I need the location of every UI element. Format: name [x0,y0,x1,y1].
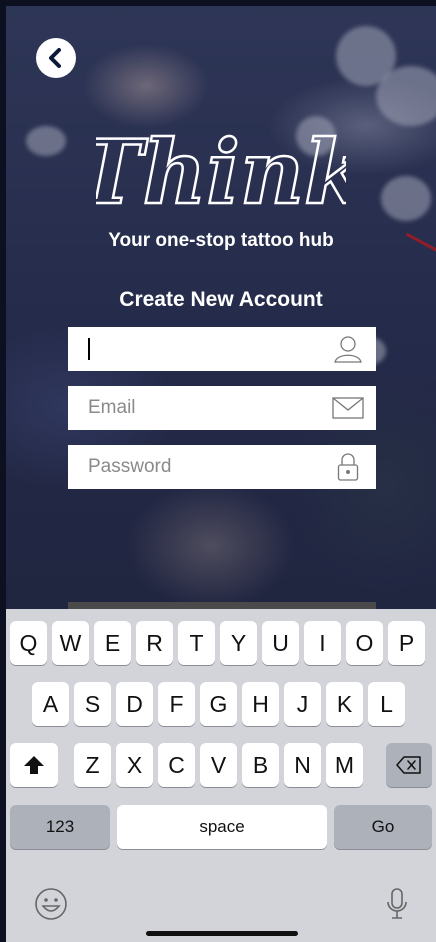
key-h[interactable]: H [242,682,279,726]
email-field[interactable]: Email [68,386,376,430]
key-o[interactable]: O [346,621,383,665]
back-button[interactable] [36,38,76,78]
key-j[interactable]: J [284,682,321,726]
password-field[interactable]: Password [68,445,376,489]
key-m[interactable]: M [326,743,363,787]
backspace-key[interactable] [386,743,432,787]
key-r[interactable]: R [136,621,173,665]
key-l[interactable]: L [368,682,405,726]
lock-icon [332,451,364,483]
key-g[interactable]: G [200,682,237,726]
email-placeholder: Email [88,397,136,418]
back-chevron-icon [49,48,61,68]
key-n[interactable]: N [284,743,321,787]
key-p[interactable]: P [388,621,425,665]
key-d[interactable]: D [116,682,153,726]
microphone-icon [387,888,407,919]
name-field[interactable] [68,327,376,371]
user-icon [332,333,364,365]
tagline: Your one-stop tattoo hub [108,230,334,251]
key-e[interactable]: E [94,621,131,665]
backspace-icon [396,756,421,774]
key-b[interactable]: B [242,743,279,787]
key-z[interactable]: Z [74,743,111,787]
space-key[interactable]: space [117,805,327,849]
key-c[interactable]: C [158,743,195,787]
key-f[interactable]: F [158,682,195,726]
key-t[interactable]: T [178,621,215,665]
key-i[interactable]: I [304,621,341,665]
logo-text: Think [96,120,346,221]
key-v[interactable]: V [200,743,237,787]
keyboard: Q W E R T Y U I O P A S D F G H J K L Z … [6,609,436,942]
key-s[interactable]: S [74,682,111,726]
mail-icon [332,392,364,424]
password-placeholder: Password [88,456,172,477]
key-y[interactable]: Y [220,621,257,665]
form-title: Create New Account [119,288,323,311]
key-x[interactable]: X [116,743,153,787]
numbers-key[interactable]: 123 [10,805,110,849]
key-a[interactable]: A [32,682,69,726]
key-k[interactable]: K [326,682,363,726]
screen: Think Your one-stop tattoo hub Create Ne… [6,6,436,942]
text-cursor [88,338,90,360]
app-logo: Think [6,111,436,221]
key-u[interactable]: U [262,621,299,665]
dictation-button[interactable] [386,887,408,926]
go-key[interactable]: Go [334,805,432,849]
key-w[interactable]: W [52,621,89,665]
emoji-button[interactable] [34,887,68,926]
shift-key[interactable] [10,743,58,787]
home-indicator[interactable] [146,931,298,936]
emoji-icon [35,888,67,920]
key-q[interactable]: Q [10,621,47,665]
shift-icon [24,756,44,774]
